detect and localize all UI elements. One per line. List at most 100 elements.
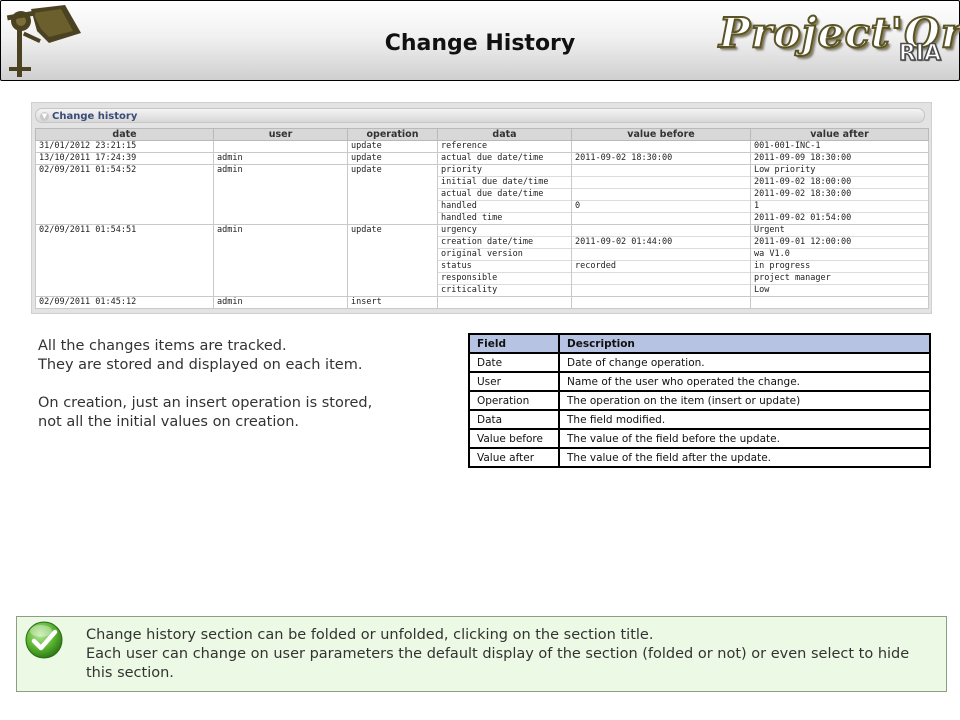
column-header-operation: operation	[347, 128, 438, 141]
table-row: Date Date of change operation.	[468, 352, 931, 373]
cell-date	[35, 248, 214, 261]
cell-operation: update	[347, 224, 438, 237]
cell-description: Date of change operation.	[558, 352, 931, 373]
cell-date	[35, 176, 214, 189]
cell-user	[213, 140, 348, 153]
cell-operation	[347, 236, 438, 249]
cell-operation: insert	[347, 296, 438, 309]
cell-value-before	[571, 212, 751, 225]
cell-value-before	[571, 248, 751, 261]
cell-date: 02/09/2011 01:54:52	[35, 164, 214, 177]
cell-value-before	[571, 164, 751, 177]
cell-date	[35, 188, 214, 201]
column-header-value-after: value after	[750, 128, 929, 141]
cell-description: The value of the field before the update…	[558, 428, 931, 449]
cell-operation	[347, 284, 438, 297]
cell-value-before: 2011-09-02 18:30:00	[571, 152, 751, 165]
table-row: 13/10/2011 17:24:39 admin update actual …	[35, 152, 929, 165]
cell-operation: update	[347, 140, 438, 153]
cell-date	[35, 260, 214, 273]
cell-value-after: 2011-09-01 12:00:00	[750, 236, 929, 249]
cell-field: Value before	[468, 428, 560, 449]
cell-value-after: 1	[750, 200, 929, 213]
description-line: All the changes items are tracked.	[38, 338, 287, 354]
cell-value-after: Low	[750, 284, 929, 297]
table-row: handled time 2011-09-02 01:54:00	[35, 212, 929, 225]
cell-value-before	[571, 296, 751, 309]
table-row: Value before The value of the field befo…	[468, 428, 931, 449]
cell-value-before: 0	[571, 200, 751, 213]
collapse-toggle-icon[interactable]: ▼	[40, 112, 49, 121]
cell-user	[213, 260, 348, 273]
column-header-user: user	[213, 128, 348, 141]
tip-note-box: Change history section can be folded or …	[16, 616, 947, 692]
cell-operation	[347, 248, 438, 261]
column-header-data: data	[437, 128, 572, 141]
cell-value-after: 2011-09-09 18:30:00	[750, 152, 929, 165]
cell-date	[35, 236, 214, 249]
cell-operation	[347, 272, 438, 285]
cell-date: 02/09/2011 01:45:12	[35, 296, 214, 309]
table-row: actual due date/time 2011-09-02 18:30:00	[35, 188, 929, 201]
brand-logo-subtext: RIA	[898, 40, 942, 67]
change-history-panel: ▼ Change history date user operation data…	[31, 102, 932, 314]
column-header-date: date	[35, 128, 214, 141]
cell-data: urgency	[437, 224, 572, 237]
cell-data: responsible	[437, 272, 572, 285]
table-row: 02/09/2011 01:45:12 admin insert	[35, 296, 929, 309]
cell-value-after: wa V1.0	[750, 248, 929, 261]
cell-field: Data	[468, 409, 560, 430]
green-check-icon	[25, 621, 63, 659]
cell-date	[35, 200, 214, 213]
table-row: creation date/time 2011-09-02 01:44:00 2…	[35, 236, 929, 249]
cell-user	[213, 272, 348, 285]
cell-value-before	[571, 176, 751, 189]
description-line: On creation, just an insert operation is…	[38, 395, 373, 411]
cell-value-before	[571, 188, 751, 201]
note-line: Each user can change on user parameters …	[86, 646, 910, 681]
section-title-bar[interactable]: ▼ Change history	[35, 108, 925, 123]
description-line: not all the initial values on creation.	[38, 414, 300, 430]
cell-user: admin	[213, 152, 348, 165]
cell-data	[437, 296, 572, 309]
table-row: Value after The value of the field after…	[468, 447, 931, 468]
cell-user	[213, 212, 348, 225]
cell-description: The operation on the item (insert or upd…	[558, 390, 931, 411]
column-header-field: Field	[468, 333, 560, 354]
table-row: original version wa V1.0	[35, 248, 929, 261]
cell-value-before	[571, 224, 751, 237]
cell-value-before	[571, 140, 751, 153]
cell-user	[213, 176, 348, 189]
cell-date	[35, 272, 214, 285]
cell-user	[213, 200, 348, 213]
cell-user	[213, 248, 348, 261]
cell-description: The value of the field after the update.	[558, 447, 931, 468]
cell-data: actual due date/time	[437, 188, 572, 201]
cell-description: The field modified.	[558, 409, 931, 430]
table-row: 31/01/2012 23:21:15 update reference 001…	[35, 140, 929, 153]
cell-user	[213, 188, 348, 201]
description-text: All the changes items are tracked. They …	[38, 337, 458, 432]
column-header-description: Description	[558, 333, 931, 354]
cell-operation	[347, 212, 438, 225]
cell-field: Value after	[468, 447, 560, 468]
cell-data: initial due date/time	[437, 176, 572, 189]
column-header-value-before: value before	[571, 128, 751, 141]
description-line: They are stored and displayed on each it…	[38, 357, 363, 373]
cell-user	[213, 236, 348, 249]
table-row: responsible project manager	[35, 272, 929, 285]
cell-value-before: recorded	[571, 260, 751, 273]
cell-data: original version	[437, 248, 572, 261]
cell-value-after: 2011-09-02 18:00:00	[750, 176, 929, 189]
note-text: Change history section can be folded or …	[86, 626, 926, 683]
cell-user	[213, 284, 348, 297]
cell-value-after: 001-001-INC-1	[750, 140, 929, 153]
section-title[interactable]: Change history	[52, 111, 137, 122]
table-row: Operation The operation on the item (ins…	[468, 390, 931, 411]
cell-data: creation date/time	[437, 236, 572, 249]
cell-data: status	[437, 260, 572, 273]
table-row: status recorded in progress	[35, 260, 929, 273]
cell-operation	[347, 176, 438, 189]
cell-description: Name of the user who operated the change…	[558, 371, 931, 392]
cell-data: reference	[437, 140, 572, 153]
